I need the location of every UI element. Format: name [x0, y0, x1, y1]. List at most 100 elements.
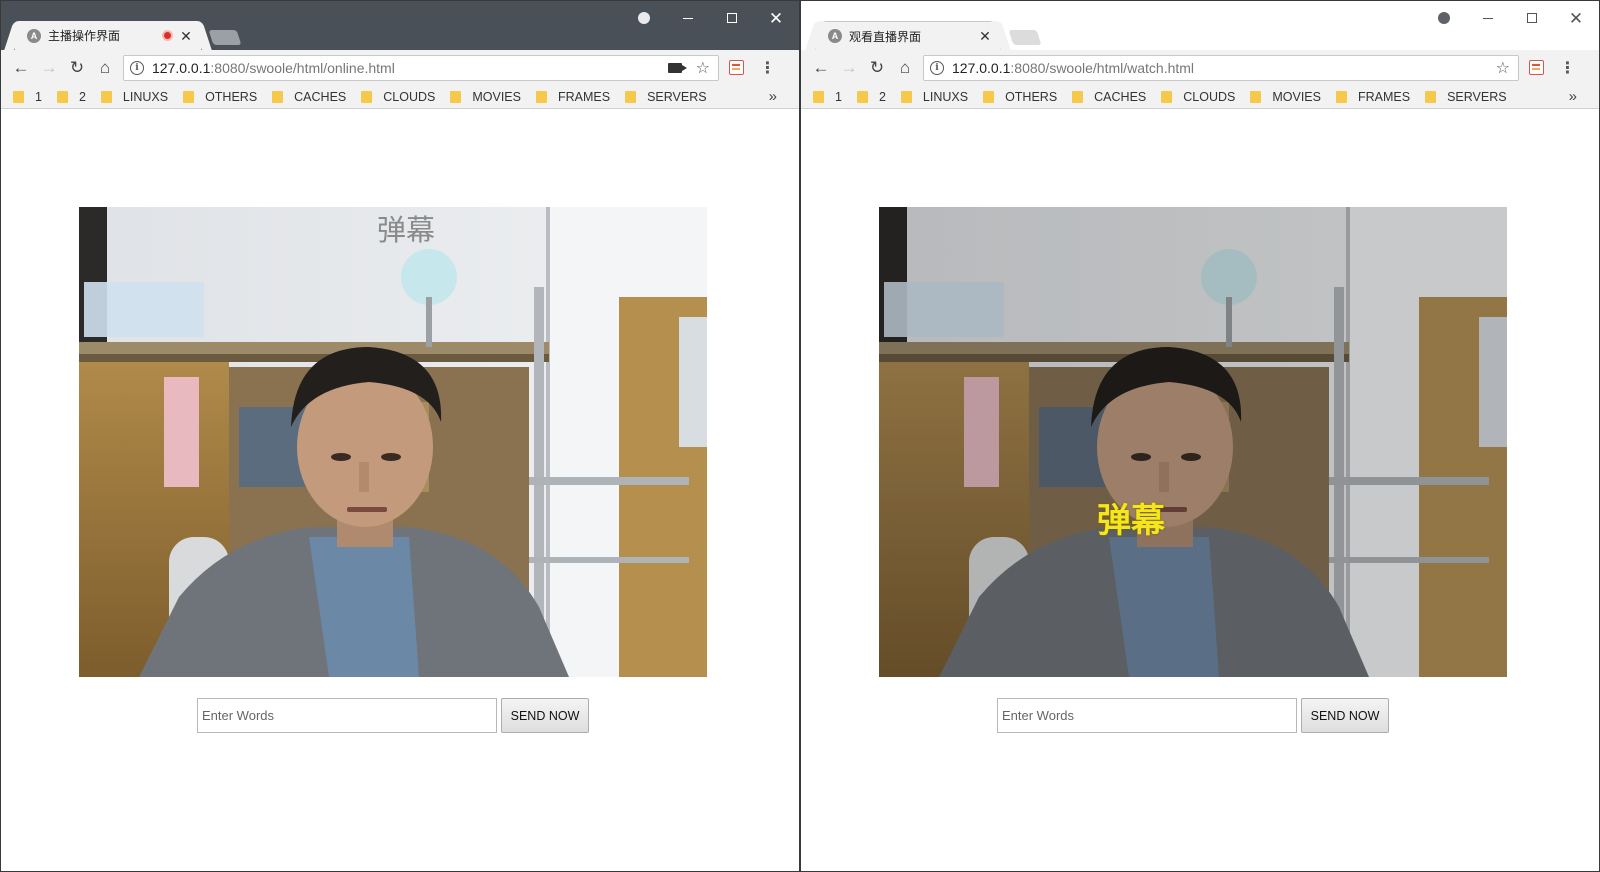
bookmark-folder[interactable]: FRAMES — [1335, 89, 1411, 104]
minimize-icon — [1483, 17, 1493, 19]
bookmark-label: CLOUDS — [383, 89, 436, 104]
window-close-button[interactable]: ✕ — [761, 9, 791, 27]
bookmark-label: OTHERS — [205, 89, 258, 104]
extension-icon[interactable] — [729, 60, 744, 75]
bookmark-folder[interactable]: 1 — [13, 90, 42, 104]
bookmark-folder[interactable]: MOVIES — [450, 90, 521, 104]
folder-icon — [900, 90, 912, 103]
maximize-button[interactable] — [1517, 9, 1547, 27]
back-button[interactable]: ← — [807, 54, 835, 82]
folder-icon — [625, 90, 637, 103]
words-input[interactable] — [997, 698, 1297, 733]
profile-icon — [1438, 12, 1450, 24]
back-arrow-icon: ← — [12, 57, 30, 77]
url-text[interactable]: 127.0.0.1:8080/swoole/html/online.html — [152, 60, 668, 76]
back-arrow-icon: ← — [812, 57, 830, 77]
danmaku-form: SEND NOW — [197, 698, 589, 733]
bookmark-folder[interactable]: CACHES — [1072, 90, 1146, 104]
reload-icon: ↻ — [69, 57, 85, 77]
active-tab[interactable]: A 观看直播界面 ✕ — [815, 21, 1001, 50]
maximize-button[interactable] — [717, 9, 747, 27]
bookmark-folder[interactable]: LINUXS — [100, 89, 169, 104]
info-icon[interactable]: i — [930, 60, 944, 75]
send-now-button[interactable]: SEND NOW — [1301, 698, 1389, 733]
folder-icon — [100, 90, 112, 103]
stream-frame-scene — [879, 207, 1507, 677]
folder-icon — [856, 90, 868, 103]
bookmark-label: CACHES — [294, 89, 347, 104]
new-tab-button[interactable] — [1008, 30, 1042, 45]
url-host: 127.0.0.1 — [952, 59, 1011, 76]
folder-icon — [361, 90, 373, 103]
home-button[interactable]: ⌂ — [91, 54, 119, 82]
tab-close-icon[interactable]: ✕ — [179, 29, 193, 43]
bookmark-folder[interactable]: FRAMES — [535, 89, 611, 104]
back-button[interactable]: ← — [7, 54, 35, 82]
bookmark-label: SERVERS — [647, 89, 707, 104]
folder-icon — [183, 90, 195, 103]
bookmark-folder[interactable]: 2 — [56, 89, 86, 104]
bookmark-label: FRAMES — [557, 89, 611, 104]
live-stream-video — [879, 207, 1507, 677]
words-input[interactable] — [197, 698, 497, 733]
bookmark-folder[interactable]: CLOUDS — [1161, 90, 1235, 104]
bookmark-folder[interactable]: SERVERS — [625, 90, 707, 104]
window-close-button[interactable]: ✕ — [1561, 9, 1591, 27]
forward-button[interactable]: → — [835, 54, 863, 82]
minimize-button[interactable] — [673, 9, 703, 27]
bookmark-star-icon[interactable]: ☆ — [696, 58, 710, 78]
bookmark-folder[interactable]: MOVIES — [1250, 90, 1321, 104]
address-bar[interactable]: i 127.0.0.1:8080/swoole/html/online.html… — [123, 54, 719, 81]
camera-icon[interactable] — [667, 62, 687, 73]
bookmarks-overflow-icon[interactable]: » — [1569, 88, 1577, 105]
home-icon: ⌂ — [99, 57, 111, 77]
folder-icon — [1072, 90, 1084, 103]
bookmarks-overflow-icon[interactable]: » — [769, 88, 777, 105]
viewer-browser-window: A 观看直播界面 ✕ ✕ ← → ↻ ⌂ i 127.0.0.1:8080/sw… — [800, 0, 1600, 872]
tab-close-icon[interactable]: ✕ — [978, 29, 992, 43]
bookmark-folder[interactable]: OTHERS — [983, 90, 1057, 104]
maximize-icon — [727, 13, 737, 23]
bookmark-folder[interactable]: CLOUDS — [361, 90, 435, 104]
bookmark-folder[interactable]: CACHES — [272, 90, 346, 104]
send-now-button[interactable]: SEND NOW — [501, 698, 589, 733]
bookmark-label: 2 — [78, 89, 86, 104]
extension-icon[interactable] — [1529, 60, 1544, 75]
danmaku-form: SEND NOW — [997, 698, 1389, 733]
bookmark-folder[interactable]: LINUXS — [900, 90, 968, 104]
profile-icon — [638, 12, 650, 24]
url-text[interactable]: 127.0.0.1:8080/swoole/html/watch.html — [952, 60, 1496, 76]
folder-icon — [272, 90, 284, 103]
url-host: 127.0.0.1 — [152, 59, 211, 76]
bookmark-folder[interactable]: 1 — [813, 90, 842, 104]
bookmark-label: FRAMES — [1357, 89, 1411, 104]
bookmark-folder[interactable]: OTHERS — [183, 90, 257, 104]
reload-button[interactable]: ↻ — [863, 54, 891, 82]
minimize-button[interactable] — [1473, 9, 1503, 27]
reload-button[interactable]: ↻ — [63, 54, 91, 82]
bookmark-star-icon[interactable]: ☆ — [1496, 58, 1510, 78]
new-tab-button[interactable] — [208, 30, 242, 45]
info-icon[interactable]: i — [130, 60, 144, 75]
kebab-menu-icon[interactable]: ⋮ — [1556, 58, 1578, 78]
bookmark-folder[interactable]: 2 — [856, 90, 886, 104]
browser-toolbar: ← → ↻ ⌂ i 127.0.0.1:8080/swoole/html/wat… — [801, 50, 1599, 85]
kebab-menu-icon[interactable]: ⋮ — [756, 58, 778, 78]
webcam-video: 弹幕 — [79, 207, 707, 677]
folder-icon — [1161, 90, 1173, 103]
bookmark-label: CLOUDS — [1183, 89, 1236, 104]
folder-icon — [13, 90, 24, 103]
profile-button[interactable] — [629, 9, 659, 27]
bookmark-label: 1 — [35, 89, 42, 104]
profile-button[interactable] — [1429, 9, 1459, 27]
forward-button[interactable]: → — [35, 54, 63, 82]
address-bar[interactable]: i 127.0.0.1:8080/swoole/html/watch.html … — [923, 54, 1519, 81]
bookmark-label: LINUXS — [122, 89, 169, 104]
title-bar: A 观看直播界面 ✕ ✕ — [801, 1, 1599, 50]
danmaku-comment: 弹幕 — [1097, 501, 1165, 541]
active-tab[interactable]: A 主播操作界面 ✕ — [15, 21, 201, 50]
folder-icon — [1250, 90, 1262, 103]
tab-title: 主播操作界面 — [48, 29, 121, 43]
home-button[interactable]: ⌂ — [891, 54, 919, 82]
bookmark-folder[interactable]: SERVERS — [1425, 90, 1507, 104]
